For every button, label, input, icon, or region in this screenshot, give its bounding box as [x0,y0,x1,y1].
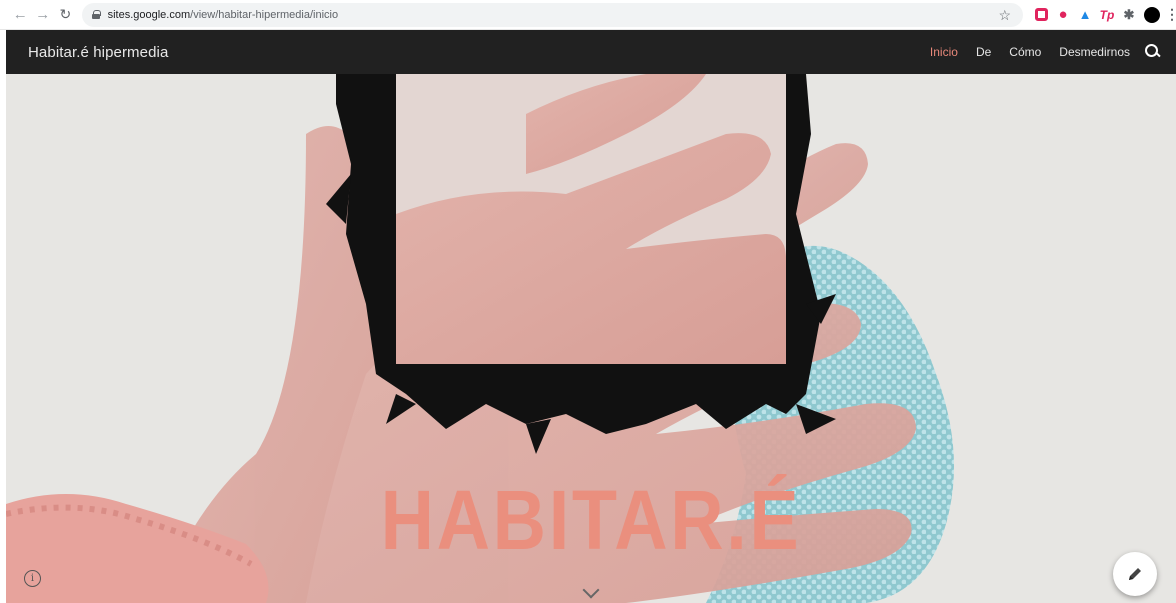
site-nav: Inicio De Cómo Desmedirnos [912,30,1130,74]
forward-button[interactable]: → [33,4,54,26]
ublock-icon[interactable] [1035,8,1048,21]
tp-icon[interactable]: Tp [1100,8,1115,22]
nav-item-de[interactable]: De [976,45,991,59]
url-text: sites.google.com/view/habitar-hipermedia… [107,8,339,21]
opera-icon[interactable]: ● [1056,6,1070,23]
search-icon[interactable] [1144,43,1162,61]
extension-tray: ● ▲ Tp ✱ ⋮ [1035,6,1176,23]
back-button[interactable]: ← [10,4,31,26]
puzzle-icon[interactable]: ✱ [1122,7,1136,22]
hero-banner: HABITAR.É i [6,74,1176,603]
profile-avatar[interactable] [1144,6,1160,23]
bookmark-star-icon[interactable]: ☆ [998,7,1011,24]
nav-item-desmedirnos[interactable]: Desmedirnos [1059,45,1130,59]
address-bar[interactable]: sites.google.com/view/habitar-hipermedia… [81,2,1023,27]
hero-title: HABITAR.É [380,473,802,567]
reload-button[interactable]: ↻ [55,4,76,26]
site-title[interactable]: Habitar.é hipermedia [28,44,168,61]
site-header: Habitar.é hipermedia Inicio De Cómo Desm… [6,30,1176,74]
lock-icon [91,10,101,19]
nav-item-como[interactable]: Cómo [1009,45,1041,59]
nav-item-inicio[interactable]: Inicio [930,45,958,59]
chevron-down-icon[interactable] [583,584,599,600]
browser-toolbar: ← → ↻ sites.google.com/view/habitar-hipe… [0,0,1176,30]
info-icon[interactable]: i [24,570,41,587]
kebab-menu-icon[interactable]: ⋮ [1165,6,1176,22]
drop-icon[interactable]: ▲ [1078,7,1092,22]
edit-button[interactable] [1113,552,1157,596]
pencil-icon [1129,568,1141,580]
